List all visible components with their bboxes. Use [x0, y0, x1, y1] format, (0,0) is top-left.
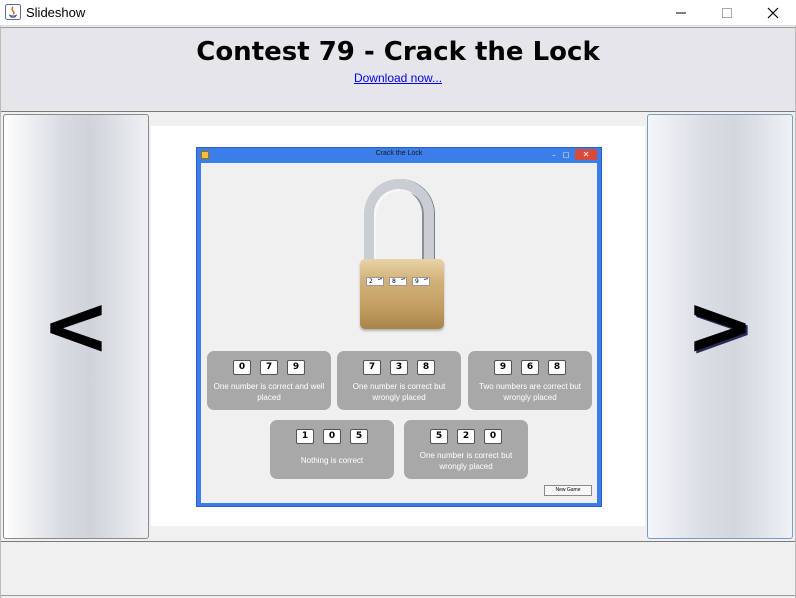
clue-digit: 7	[260, 360, 278, 375]
download-link[interactable]: Download now...	[1, 71, 795, 85]
next-slide-button[interactable]: >	[647, 114, 793, 539]
clue-card-5: 5 2 0 One number is correct but wrongly …	[404, 420, 528, 479]
clue-digit: 8	[548, 360, 566, 375]
inner-window-body: 2 8 9 0 7 9 One number is correct and we…	[201, 163, 597, 503]
clue-digit: 5	[350, 429, 368, 444]
previous-arrow-label: <	[41, 278, 111, 374]
clue-text: Two numbers are correct but wrongly plac…	[479, 382, 581, 402]
padlock-body	[360, 259, 444, 329]
new-game-button: New Game	[544, 485, 592, 496]
clue-text: One number is correct but wrongly placed	[419, 451, 513, 471]
clue-text: One number is correct but wrongly placed	[352, 382, 446, 402]
lock-dial-2: 8	[389, 277, 407, 286]
clue-digit: 0	[233, 360, 251, 375]
inner-close-icon: ✕	[575, 149, 597, 160]
maximize-icon	[722, 8, 732, 18]
inner-window-title: Crack the Lock	[375, 150, 423, 157]
close-button[interactable]	[750, 0, 796, 26]
lock-dial-1: 2	[366, 277, 384, 286]
clue-text: One number is correct and well placed	[213, 382, 325, 402]
previous-slide-button[interactable]: <	[3, 114, 149, 539]
maximize-button[interactable]	[704, 0, 750, 26]
clue-digit: 9	[494, 360, 512, 375]
clue-card-1: 0 7 9 One number is correct and well pla…	[207, 351, 331, 410]
window-titlebar: Slideshow	[0, 0, 796, 26]
clue-digit: 9	[287, 360, 305, 375]
minimize-icon	[676, 12, 686, 14]
lock-dial-3: 9	[412, 277, 430, 286]
minimize-button[interactable]	[658, 0, 704, 26]
close-icon	[767, 7, 779, 19]
window-title: Slideshow	[26, 5, 86, 20]
slide-header: Contest 79 - Crack the Lock Download now…	[1, 27, 795, 112]
clue-card-3: 9 6 8 Two numbers are correct but wrongl…	[468, 351, 592, 410]
slide-footer	[1, 541, 795, 596]
next-arrow-label: >	[685, 278, 755, 374]
slide-screenshot-window: Crack the Lock – □ ✕ 2 8 9 0 7 9 One num…	[196, 147, 602, 507]
clue-digit: 6	[521, 360, 539, 375]
clue-card-2: 7 3 8 One number is correct but wrongly …	[337, 351, 461, 410]
inner-minimize-icon: –	[552, 151, 556, 159]
clue-digit: 7	[363, 360, 381, 375]
inner-titlebar: Crack the Lock – □ ✕	[197, 148, 601, 162]
clue-digit: 2	[457, 429, 475, 444]
padlock-icon	[360, 179, 446, 333]
inner-maximize-icon: □	[562, 151, 570, 159]
clue-digit: 5	[430, 429, 448, 444]
clue-digit: 0	[323, 429, 341, 444]
clue-card-4: 1 0 5 Nothing is correct	[270, 420, 394, 479]
clue-digit: 8	[417, 360, 435, 375]
page-title: Contest 79 - Crack the Lock	[196, 37, 600, 67]
clue-digit: 1	[296, 429, 314, 444]
clue-digit: 0	[484, 429, 502, 444]
java-app-icon	[5, 4, 21, 20]
clue-digit: 3	[390, 360, 408, 375]
clue-text: Nothing is correct	[300, 456, 364, 465]
